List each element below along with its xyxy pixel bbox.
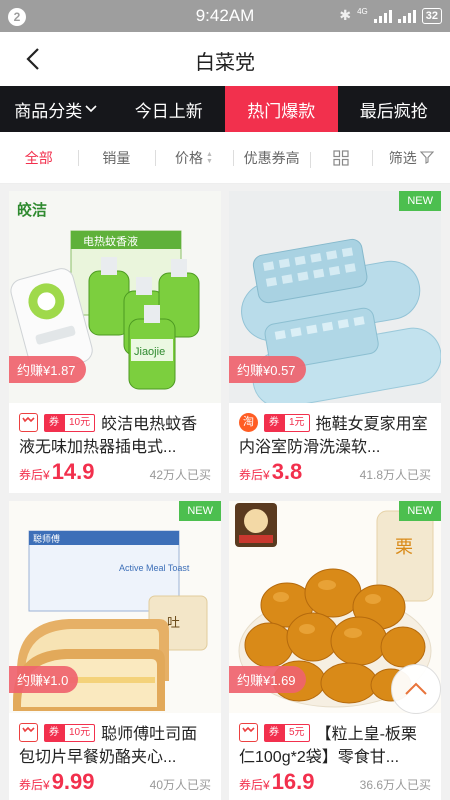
filter-screen-label: 筛选 [388,149,417,166]
tmall-icon [19,723,38,743]
wifi-signal-icon [397,9,416,23]
toast-box-brand: 聪师傅 [33,533,60,544]
product-box-label: 电热蚊香液 [83,234,138,248]
filter-price-label: 价格 [175,149,204,166]
coupon-value: 10元 [64,413,96,432]
product-title-block: 券 10元 聪师傅吐司面包切片早餐奶酪夹心... [19,723,211,769]
product-title-block: 券 10元 皎洁电热蚊香液无味加热器插电式... [19,413,211,459]
price-row: 券后¥ 14.9 42万人已买 [19,459,211,485]
coupon-label: 券 [44,413,64,432]
earn-badge: 约赚¥1.87 [9,356,86,383]
tmall-icon [239,723,258,743]
price-value: 3.8 [271,459,303,484]
earn-badge: 约赚¥1.0 [9,666,79,693]
filter-all[interactable]: 全部 [0,148,78,168]
price-label: 券后¥ [19,468,50,482]
sold-count: 40万人已买 [149,778,211,792]
tab-label: 商品分类 [14,101,83,121]
coupon-label: 券 [264,413,284,432]
tab-hot-items[interactable]: 热门爆款 [225,86,338,132]
sold-count: 42万人已买 [149,468,211,482]
network-type: 4G [357,6,368,16]
price-value: 16.9 [271,769,315,794]
filter-screen[interactable]: 筛选 [372,148,450,168]
tab-new-today[interactable]: 今日上新 [113,86,226,132]
price-value: 14.9 [51,459,95,484]
coupon-value: 1元 [284,413,310,432]
chevron-up-icon [405,682,427,695]
sort-arrows-icon: ▲ ▼ [206,150,213,165]
coupon-label: 券 [44,723,64,742]
product-title-block: 券 5元 【粒上皇-板栗仁100g*2袋】零食甘... [239,723,431,769]
product-card[interactable]: 栗 NEW 约赚¥1.69 券 5元 【粒上皇-板栗仁100g*2袋】零食甘... … [229,501,441,800]
sold-count: 36.6万人已买 [359,778,431,792]
product-title-block: 淘券 1元 拖鞋女夏家用室内浴室防滑洗澡软... [239,413,431,459]
tab-label: 最后疯抢 [359,101,428,121]
filter-all-label: 全部 [24,149,53,166]
tab-categories[interactable]: 商品分类 [0,86,113,132]
price-row: 券后¥ 9.99 40万人已买 [19,769,211,795]
filter-coupon-label: 优惠券高 [243,149,300,166]
filter-sales-label: 销量 [102,149,131,166]
chevron-down-icon [85,105,97,113]
price-label: 券后¥ [239,778,270,792]
product-card[interactable]: NEW 约赚¥0.57 淘券 1元 拖鞋女夏家用室内浴室防滑洗澡软... 券后¥ 3… [229,191,441,493]
toast-box-text: Active Meal Toast [119,563,190,573]
coupon-tag: 券 5元 [264,723,310,742]
sold-count: 41.8万人已买 [359,468,431,482]
coupon-value: 5元 [284,723,310,742]
product-grid: 皎洁 电热蚊香液 Jiaojie 约赚¥1.87 券 10元 皎洁电热蚊香液无味… [9,191,441,800]
grid-view-toggle[interactable] [310,149,372,168]
brand-logo-text: 皎洁 [17,201,47,219]
bottle-label: Jiaojie [134,346,165,358]
product-card[interactable]: 皎洁 电热蚊香液 Jiaojie 约赚¥1.87 券 10元 皎洁电热蚊香液无味… [9,191,221,493]
product-image: 皎洁 电热蚊香液 Jiaojie 约赚¥1.87 [9,191,221,403]
coupon-value: 10元 [64,723,96,742]
grid-view-icon [333,149,350,166]
tab-label: 今日上新 [134,101,203,121]
tab-label: 热门爆款 [247,101,316,121]
price-label: 券后¥ [239,468,270,482]
page-title: 白菜党 [195,52,255,74]
tab-last-chance[interactable]: 最后疯抢 [338,86,450,132]
product-image: 聪师傅 Active Meal Toast 吐 NEW 约赚¥1.0 [9,501,221,713]
taobao-icon: 淘 [239,413,258,433]
product-image: NEW 约赚¥0.57 [229,191,441,403]
filter-sales[interactable]: 销量 [77,148,156,168]
earn-badge: 约赚¥1.69 [229,666,306,693]
toast-pack-text: 吐 [167,615,180,630]
filter-coupon-high[interactable]: 优惠券高 [232,148,311,168]
signal-icon [373,9,392,23]
filter-price[interactable]: 价格 ▲ ▼ [155,148,233,168]
product-card[interactable]: 聪师傅 Active Meal Toast 吐 NEW 约赚¥1.0 券 10元聪… [9,501,221,800]
scroll-to-top-button[interactable] [391,664,441,714]
coupon-tag: 券 10元 [44,413,96,432]
filter-bar: 全部 销量 价格 ▲ ▼ 优惠券高 筛选 [0,132,450,184]
coupon-label: 券 [264,723,284,742]
earn-badge: 约赚¥0.57 [229,356,306,383]
status-bar: 2 9:42AM ✱ 4G 32 [0,0,450,32]
nav-header: 白菜党 [0,32,450,86]
price-label: 券后¥ [19,778,50,792]
chestnut-bag-text: 栗 [395,537,413,557]
price-value: 9.99 [51,769,95,794]
coupon-tag: 券 1元 [264,413,310,432]
coupon-tag: 券 10元 [44,723,96,742]
category-tabs: 商品分类 今日上新 热门爆款 最后疯抢 [0,86,450,132]
price-row: 券后¥ 16.9 36.6万人已买 [239,769,431,795]
new-badge: NEW [179,501,221,521]
new-badge: NEW [399,191,441,211]
tmall-icon [19,413,38,433]
status-icons: ✱ 4G 32 [339,7,442,24]
new-badge: NEW [399,501,441,521]
funnel-icon [419,151,434,164]
battery-icon: 32 [421,7,442,24]
bluetooth-icon: ✱ [339,7,352,23]
price-row: 券后¥ 3.8 41.8万人已买 [239,459,431,485]
